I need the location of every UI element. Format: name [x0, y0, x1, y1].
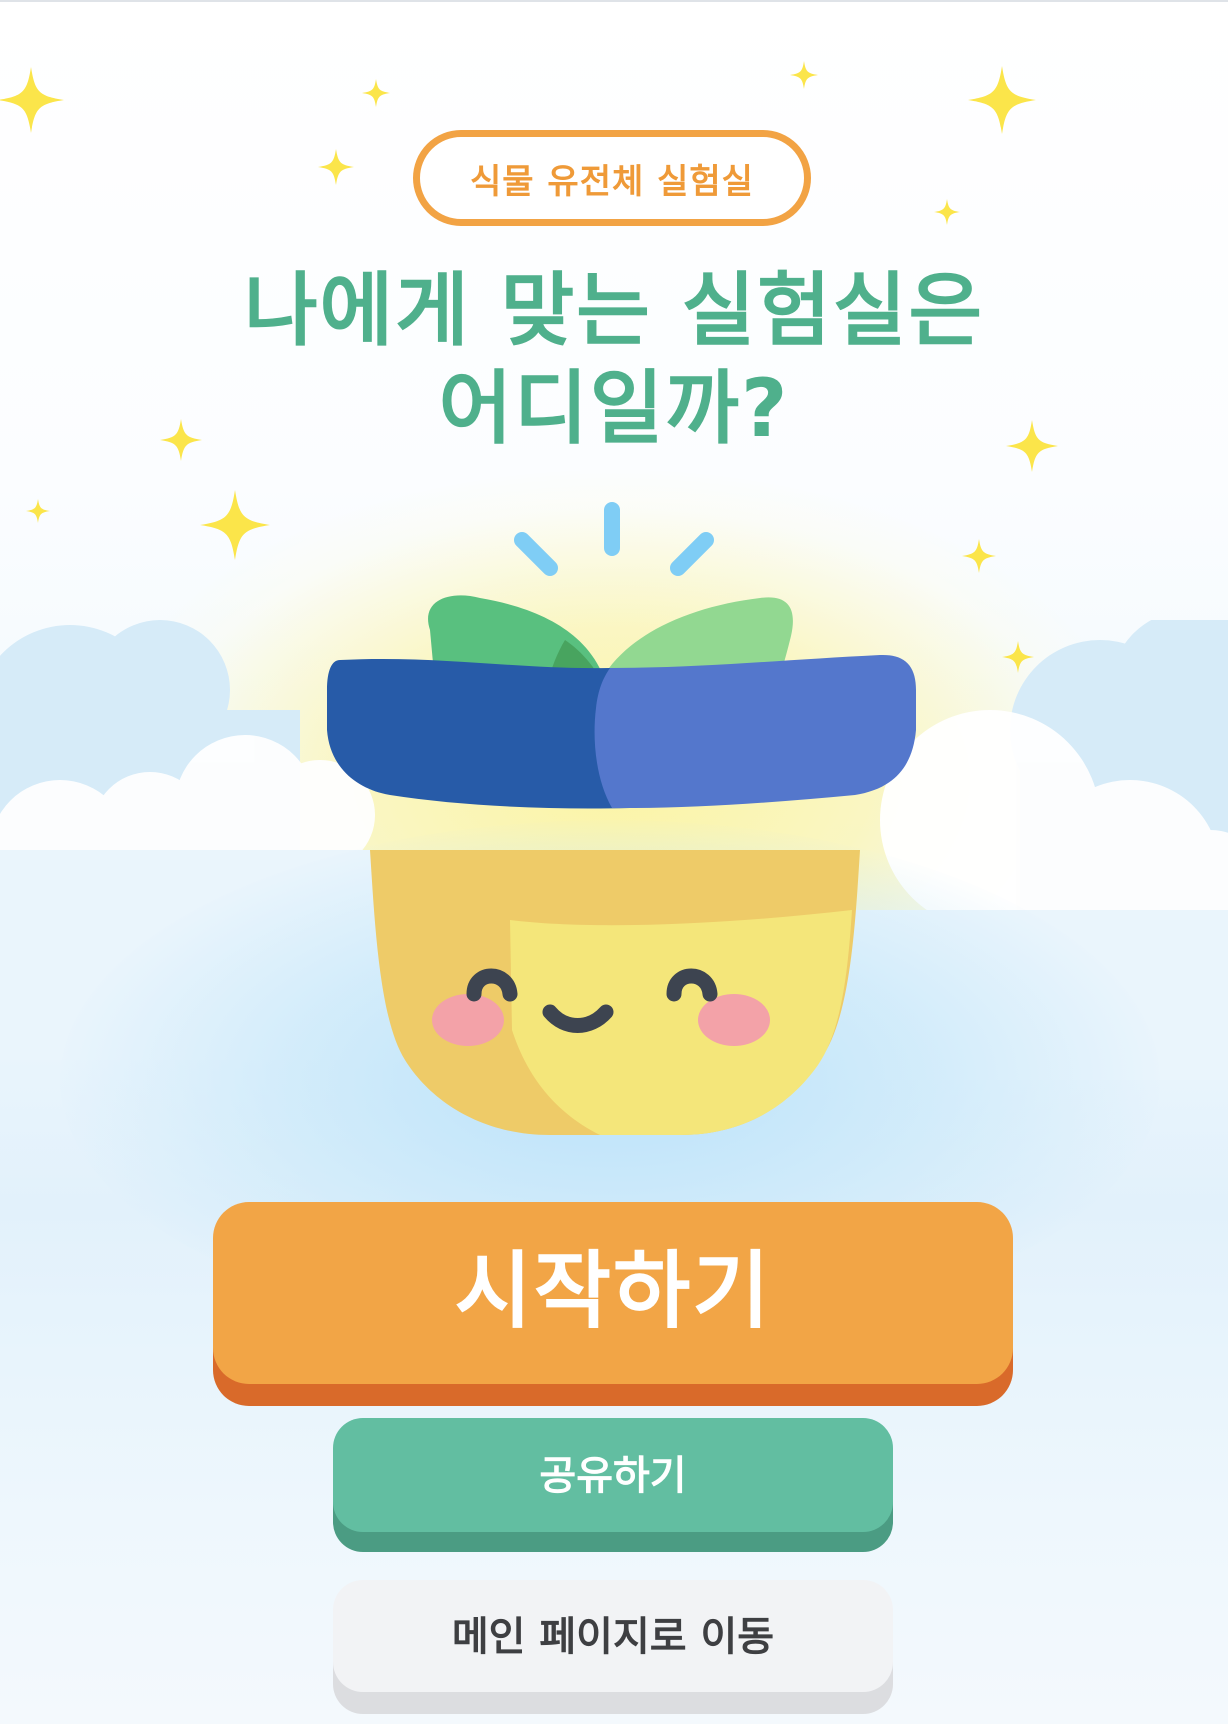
sparkle-icon — [318, 149, 354, 185]
share-button-label: 공유하기 — [539, 1453, 687, 1499]
go-to-main-button-label: 메인 페이지로 이동 — [451, 1614, 775, 1660]
sparkle-icon — [1002, 641, 1034, 673]
sparkle-icon — [26, 499, 50, 523]
smiling-plant-pot-icon — [327, 502, 916, 1135]
sparkle-icon — [934, 199, 960, 225]
sparkle-icon — [200, 490, 270, 560]
start-button[interactable]: 시작하기 — [213, 1202, 1013, 1384]
page-title: 나에게 맞는 실험실은 어디일까? — [140, 262, 1088, 458]
sparkle-icon — [968, 66, 1036, 134]
sparkle-icon — [0, 67, 64, 133]
sparkle-icon — [962, 539, 996, 573]
start-button-label: 시작하기 — [454, 1241, 772, 1340]
landing-page: 식물 유전체 실험실 나에게 맞는 실험실은 어디일까? 시작하기 공유하기 메… — [0, 0, 1228, 1724]
sparkle-icon — [362, 79, 390, 107]
lab-badge: 식물 유전체 실험실 — [413, 130, 811, 226]
title-line-2: 어디일까? — [438, 362, 790, 455]
go-to-main-button[interactable]: 메인 페이지로 이동 — [333, 1580, 893, 1692]
lab-badge-label: 식물 유전체 실험실 — [470, 161, 754, 202]
sparkle-icon — [790, 61, 818, 89]
share-button[interactable]: 공유하기 — [333, 1418, 893, 1532]
title-line-1: 나에게 맞는 실험실은 — [243, 264, 985, 357]
